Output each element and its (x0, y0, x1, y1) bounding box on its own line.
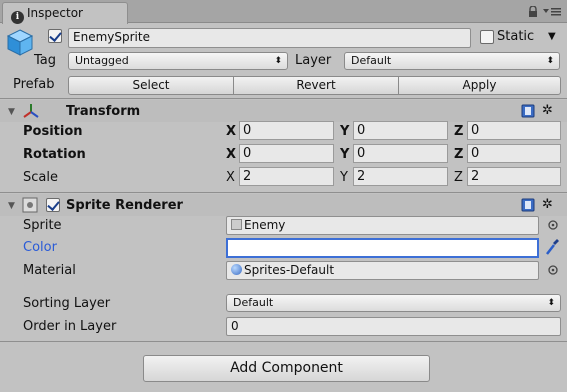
scale-y-label: Y (340, 170, 348, 185)
lock-icon[interactable] (528, 5, 538, 17)
foldout-arrow-icon[interactable]: ▼ (8, 107, 15, 117)
active-checkbox[interactable] (48, 29, 62, 43)
material-object-field[interactable]: Sprites-Default (226, 261, 539, 280)
prefab-revert-button[interactable]: Revert (233, 76, 399, 95)
position-x-label: X (226, 124, 237, 139)
position-x-input[interactable]: 0 (239, 121, 334, 140)
sorting-layer-dropdown[interactable]: Default ⬍ (226, 294, 561, 312)
rotation-z-label: Z (454, 147, 464, 162)
scale-x-label: X (226, 170, 235, 185)
scale-z-input[interactable]: 2 (467, 167, 561, 186)
color-field[interactable] (226, 238, 539, 258)
sprite-label: Sprite (23, 218, 62, 233)
scale-y-input[interactable]: 2 (353, 167, 448, 186)
foldout-arrow-icon[interactable]: ▼ (8, 201, 15, 211)
eyedropper-icon[interactable] (544, 238, 560, 256)
prefab-apply-button[interactable]: Apply (398, 76, 561, 95)
material-sphere-icon (231, 264, 242, 275)
material-label: Material (23, 263, 76, 278)
help-book-icon[interactable] (521, 104, 535, 118)
tag-label: Tag (34, 53, 57, 68)
rotation-x-label: X (226, 147, 237, 162)
scale-z-label: Z (454, 170, 463, 185)
updown-arrow-icon: ⬍ (547, 298, 555, 308)
rotation-x-input[interactable]: 0 (239, 144, 334, 163)
color-label: Color (23, 240, 57, 255)
gameobject-icon (6, 28, 34, 56)
scale-x-input[interactable]: 2 (239, 167, 334, 186)
static-dropdown-arrow[interactable]: ▼ (548, 31, 556, 42)
sprite-asset-icon (231, 219, 242, 230)
context-menu-icon[interactable] (542, 5, 562, 17)
prefab-select-button[interactable]: Select (68, 76, 234, 95)
sprite-renderer-title: Sprite Renderer (66, 198, 183, 213)
help-book-icon[interactable] (521, 198, 535, 212)
position-z-label: Z (454, 124, 464, 139)
position-z-input[interactable]: 0 (467, 121, 561, 140)
tab-inspector[interactable]: i Inspector (2, 2, 128, 24)
prefab-label: Prefab (13, 77, 55, 92)
rotation-y-label: Y (340, 147, 350, 162)
divider (0, 341, 567, 342)
sorting-layer-label: Sorting Layer (23, 296, 111, 311)
updown-arrow-icon: ⬍ (274, 56, 282, 66)
object-name-input[interactable]: EnemySprite (68, 28, 471, 48)
layer-dropdown[interactable]: Default ⬍ (344, 52, 560, 70)
static-label: Static (497, 29, 535, 44)
updown-arrow-icon: ⬍ (546, 56, 554, 66)
static-checkbox[interactable] (480, 30, 494, 44)
object-picker-icon[interactable] (547, 264, 559, 276)
sprite-object-field[interactable]: Enemy (226, 216, 539, 235)
tag-dropdown[interactable]: Untagged ⬍ (68, 52, 288, 70)
rotation-label: Rotation (23, 147, 86, 162)
position-label: Position (23, 124, 83, 139)
position-y-input[interactable]: 0 (353, 121, 448, 140)
order-in-layer-input[interactable]: 0 (226, 317, 561, 336)
sprite-renderer-icon (22, 197, 38, 213)
rotation-y-input[interactable]: 0 (353, 144, 448, 163)
object-picker-icon[interactable] (547, 219, 559, 231)
rotation-z-input[interactable]: 0 (467, 144, 561, 163)
gear-icon[interactable]: ✲ (542, 197, 553, 212)
gear-icon[interactable]: ✲ (542, 103, 553, 118)
sprite-renderer-enabled-checkbox[interactable] (46, 198, 60, 212)
divider (0, 98, 567, 99)
info-icon: i (11, 11, 24, 24)
divider (0, 192, 567, 193)
layer-label: Layer (295, 53, 332, 68)
add-component-button[interactable]: Add Component (143, 355, 430, 382)
transform-icon (22, 103, 40, 119)
transform-title: Transform (66, 104, 141, 119)
position-y-label: Y (340, 124, 350, 139)
order-in-layer-label: Order in Layer (23, 319, 117, 334)
scale-label: Scale (23, 170, 58, 185)
